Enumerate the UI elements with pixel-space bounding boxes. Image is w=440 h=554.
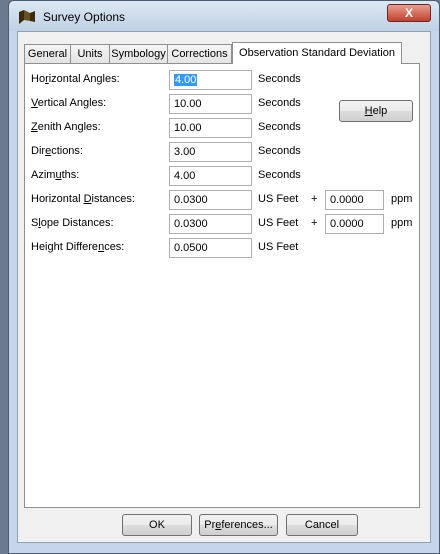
tab-observation-standard-deviation[interactable]: Observation Standard Deviation bbox=[232, 42, 402, 64]
tab-corrections[interactable]: Corrections bbox=[167, 44, 232, 63]
window-title: Survey Options bbox=[43, 10, 126, 24]
slope-distances-plus: + bbox=[311, 217, 318, 229]
directions-label: Directions: bbox=[31, 145, 83, 157]
height-differences-input[interactable]: 0.0500 bbox=[169, 238, 252, 258]
slope-distances-input[interactable]: 0.0300 bbox=[169, 214, 252, 234]
slope-distances-label: Slope Distances: bbox=[31, 217, 114, 229]
dialog-window: Survey Options X General Units Symbology… bbox=[8, 0, 440, 554]
azimuths-label: Azimuths: bbox=[31, 169, 80, 181]
cancel-button[interactable]: Cancel bbox=[286, 514, 358, 536]
tab-general[interactable]: General bbox=[24, 44, 71, 63]
horizontal-distances-input[interactable]: 0.0300 bbox=[169, 190, 252, 210]
height-differences-unit: US Feet bbox=[258, 241, 299, 253]
zenith-angles-label: Zenith Angles: bbox=[31, 121, 101, 133]
horizontal-distances-unit: US Feet bbox=[258, 193, 299, 205]
tab-symbology[interactable]: Symbology bbox=[109, 44, 168, 63]
vertical-angles-input[interactable]: 10.00 bbox=[169, 94, 252, 114]
tab-units[interactable]: Units bbox=[70, 44, 110, 63]
observation-std-dev-panel: Horizontal Angles: 4.00 Seconds Vertical… bbox=[24, 63, 420, 508]
dialog-client-area: General Units Symbology Corrections Obse… bbox=[17, 31, 431, 543]
zenith-angles-unit: Seconds bbox=[258, 121, 301, 133]
close-icon: X bbox=[404, 6, 413, 20]
horizontal-distances-label: Horizontal Distances: bbox=[31, 193, 135, 205]
close-button[interactable]: X bbox=[387, 4, 431, 22]
horizontal-angles-unit: Seconds bbox=[258, 73, 301, 85]
height-differences-label: Height Differences: bbox=[31, 241, 125, 253]
slope-distances-ppm-label: ppm bbox=[391, 217, 413, 229]
horizontal-distances-ppm-label: ppm bbox=[391, 193, 413, 205]
vertical-angles-label: Vertical Angles: bbox=[31, 97, 107, 109]
survey-app-icon bbox=[19, 10, 35, 24]
ok-button[interactable]: OK bbox=[122, 514, 192, 536]
horizontal-angles-input[interactable]: 4.00 bbox=[169, 70, 252, 90]
help-button[interactable]: Help bbox=[339, 100, 413, 122]
vertical-angles-unit: Seconds bbox=[258, 97, 301, 109]
zenith-angles-input[interactable]: 10.00 bbox=[169, 118, 252, 138]
horizontal-angles-label: Horizontal Angles: bbox=[31, 73, 120, 85]
directions-input[interactable]: 3.00 bbox=[169, 142, 252, 162]
slope-distances-unit: US Feet bbox=[258, 217, 299, 229]
directions-unit: Seconds bbox=[258, 145, 301, 157]
slope-distances-ppm-input[interactable]: 0.0000 bbox=[325, 214, 384, 234]
preferences-button[interactable]: Preferences... bbox=[199, 514, 278, 536]
horizontal-distances-plus: + bbox=[311, 193, 318, 205]
horizontal-distances-ppm-input[interactable]: 0.0000 bbox=[325, 190, 384, 210]
azimuths-input[interactable]: 4.00 bbox=[169, 166, 252, 186]
azimuths-unit: Seconds bbox=[258, 169, 301, 181]
title-bar[interactable]: Survey Options X bbox=[9, 1, 439, 31]
